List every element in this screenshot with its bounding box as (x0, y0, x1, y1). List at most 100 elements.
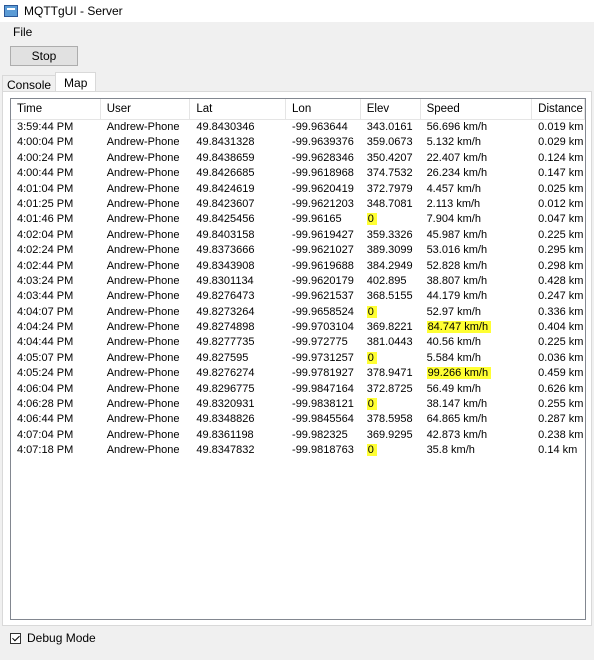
column-header-distance[interactable]: Distance (532, 99, 585, 119)
cell-lat: 49.8276473 (196, 290, 255, 303)
cell-lon: -99.9781927 (292, 367, 354, 380)
table-row[interactable]: 4:01:25 PM Andrew-Phone 49.8423607 -99.9621… (11, 197, 585, 212)
cell-lon: -99.9658524 (292, 305, 354, 318)
cell-elev: 402.895 (366, 274, 407, 287)
cell-lon: -99.9618968 (292, 167, 354, 180)
cell-distance: 0.295 km (538, 244, 584, 257)
cell-lat: 49.8361198 (196, 428, 254, 441)
table-row[interactable]: 4:01:04 PM Andrew-Phone 49.8424619 -99.9620… (11, 182, 585, 197)
table-row[interactable]: 4:00:04 PM Andrew-Phone 49.8431328 -99.9639… (11, 135, 585, 150)
cell-lon: -99.9620179 (292, 274, 354, 287)
column-header-time[interactable]: Time (11, 99, 101, 119)
cell-user: Andrew-Phone (106, 121, 180, 133)
cell-lon: -99.9621537 (292, 290, 354, 303)
table-row[interactable]: 4:06:04 PM Andrew-Phone 49.8296775 -99.9847… (11, 382, 585, 397)
highlighted-value: 84.747 km/h (426, 321, 492, 334)
table-row[interactable]: 4:01:46 PM Andrew-Phone 49.8425456 -99.9616… (11, 212, 585, 227)
cell-lat: 49.8343908 (196, 259, 255, 272)
list-body: 3:59:44 PM Andrew-Phone 49.8430346 -99.9636… (11, 120, 585, 459)
cell-lon: -99.963644 (292, 121, 348, 133)
highlighted-value: 0 (366, 213, 377, 226)
table-row[interactable]: 4:02:44 PM Andrew-Phone 49.8343908 -99.9619… (11, 259, 585, 274)
cell-user: Andrew-Phone (106, 351, 180, 364)
cell-time: 4:01:46 PM (17, 213, 74, 226)
cell-speed: 44.179 km/h (426, 290, 488, 303)
cell-speed: 56.49 km/h (426, 382, 481, 395)
cell-distance: 0.012 km (538, 197, 584, 210)
table-row[interactable]: 4:00:24 PM Andrew-Phone 49.8438659 -99.9628… (11, 151, 585, 166)
cell-time: 4:04:07 PM (17, 305, 74, 318)
cell-elev: 372.7979 (366, 182, 413, 195)
cell-user: Andrew-Phone (106, 336, 180, 349)
cell-speed: 38.147 km/h (426, 398, 488, 411)
table-row[interactable]: 4:04:44 PM Andrew-Phone 49.8277735 -99.9727… (11, 335, 585, 350)
cell-distance: 0.287 km (538, 413, 584, 426)
table-row[interactable]: 4:00:44 PM Andrew-Phone 49.8426685 -99.9618… (11, 166, 585, 181)
cell-time: 4:04:44 PM (17, 336, 74, 349)
cell-distance: 0.029 km (538, 136, 584, 149)
table-row[interactable]: 4:05:24 PM Andrew-Phone 49.8276274 -99.9781… (11, 366, 585, 381)
menu-file[interactable]: File (6, 25, 39, 39)
highlighted-value: 0 (366, 305, 377, 318)
cell-distance: 0.428 km (538, 274, 584, 287)
cell-lon: -99.9639376 (292, 136, 354, 149)
cell-speed: 5.584 km/h (426, 351, 481, 364)
cell-user: Andrew-Phone (106, 428, 180, 441)
cell-lat: 49.8424619 (196, 182, 255, 195)
cell-time: 4:01:04 PM (17, 182, 74, 195)
table-row[interactable]: 4:02:24 PM Andrew-Phone 49.8373666 -99.9621… (11, 243, 585, 258)
cell-distance: 0.336 km (538, 305, 584, 318)
table-row[interactable]: 4:04:24 PM Andrew-Phone 49.8274898 -99.9703… (11, 320, 585, 335)
gps-data-list[interactable]: Time User Lat Lon Elev Speed Distance 3:… (10, 98, 586, 620)
cell-speed: 64.865 km/h (426, 413, 488, 426)
table-row[interactable]: 4:06:28 PM Andrew-Phone 49.8320931 -99.9838… (11, 397, 585, 412)
table-row[interactable]: 4:07:04 PM Andrew-Phone 49.8361198 -99.9823… (11, 428, 585, 443)
tab-map[interactable]: Map (55, 72, 97, 93)
debug-mode-checkbox[interactable] (10, 632, 21, 644)
cell-elev: 389.3099 (366, 244, 413, 257)
column-header-lat[interactable]: Lat (190, 99, 287, 119)
cell-user: Andrew-Phone (106, 182, 180, 195)
table-row[interactable]: 4:07:18 PM Andrew-Phone 49.8347832 -99.9818… (11, 443, 585, 458)
table-row[interactable]: 4:05:07 PM Andrew-Phone 49.827595 -99.97312… (11, 351, 585, 366)
cell-lon: -99.9731257 (292, 351, 354, 364)
cell-distance: 0.626 km (538, 382, 584, 395)
debug-mode-checkbox-group[interactable]: Debug Mode (10, 630, 96, 646)
cell-lon: -99.9621203 (292, 197, 354, 210)
highlighted-value: 0 (366, 444, 377, 457)
table-row[interactable]: 4:02:04 PM Andrew-Phone 49.8403158 -99.9619… (11, 228, 585, 243)
cell-distance: 0.047 km (538, 213, 584, 226)
cell-elev: 381.0443 (366, 336, 413, 349)
cell-elev: 0 (361, 305, 421, 320)
cell-speed: 52.828 km/h (426, 259, 488, 272)
cell-lat: 49.8426685 (196, 167, 255, 180)
cell-user: Andrew-Phone (106, 244, 180, 257)
cell-time: 4:06:04 PM (17, 382, 74, 395)
stop-button[interactable]: Stop (10, 46, 78, 66)
cell-lon: -99.9838121 (292, 398, 354, 411)
table-row[interactable]: 4:03:24 PM Andrew-Phone 49.8301134 -99.9620… (11, 274, 585, 289)
cell-user: Andrew-Phone (106, 444, 180, 457)
table-row[interactable]: 4:04:07 PM Andrew-Phone 49.8273264 -99.9658… (11, 305, 585, 320)
cell-distance: 0.036 km (538, 351, 584, 364)
table-row[interactable]: 3:59:44 PM Andrew-Phone 49.8430346 -99.9636… (11, 120, 585, 135)
column-header-user[interactable]: User (101, 99, 191, 119)
table-row[interactable]: 4:03:44 PM Andrew-Phone 49.8276473 -99.9621… (11, 289, 585, 304)
cell-lat: 49.8274898 (196, 321, 255, 334)
cell-speed: 38.807 km/h (426, 274, 488, 287)
cell-speed: 22.407 km/h (426, 151, 488, 164)
table-row[interactable]: 4:06:44 PM Andrew-Phone 49.8348826 -99.9845… (11, 412, 585, 427)
cell-user: Andrew-Phone (106, 413, 180, 426)
cell-time: 4:00:04 PM (17, 136, 74, 149)
column-header-speed[interactable]: Speed (421, 99, 533, 119)
cell-lon: -99.972775 (292, 336, 348, 349)
column-header-lon[interactable]: Lon (286, 99, 361, 119)
cell-user: Andrew-Phone (106, 274, 180, 287)
cell-time: 4:07:04 PM (17, 428, 74, 441)
cell-speed: 52.97 km/h (426, 305, 481, 318)
cell-lat: 49.8431328 (196, 136, 255, 149)
window-title: MQTTgUI - Server (24, 4, 123, 18)
cell-time: 4:03:44 PM (17, 290, 74, 303)
column-header-elev[interactable]: Elev (361, 99, 421, 119)
cell-lat: 49.8423607 (196, 197, 255, 210)
